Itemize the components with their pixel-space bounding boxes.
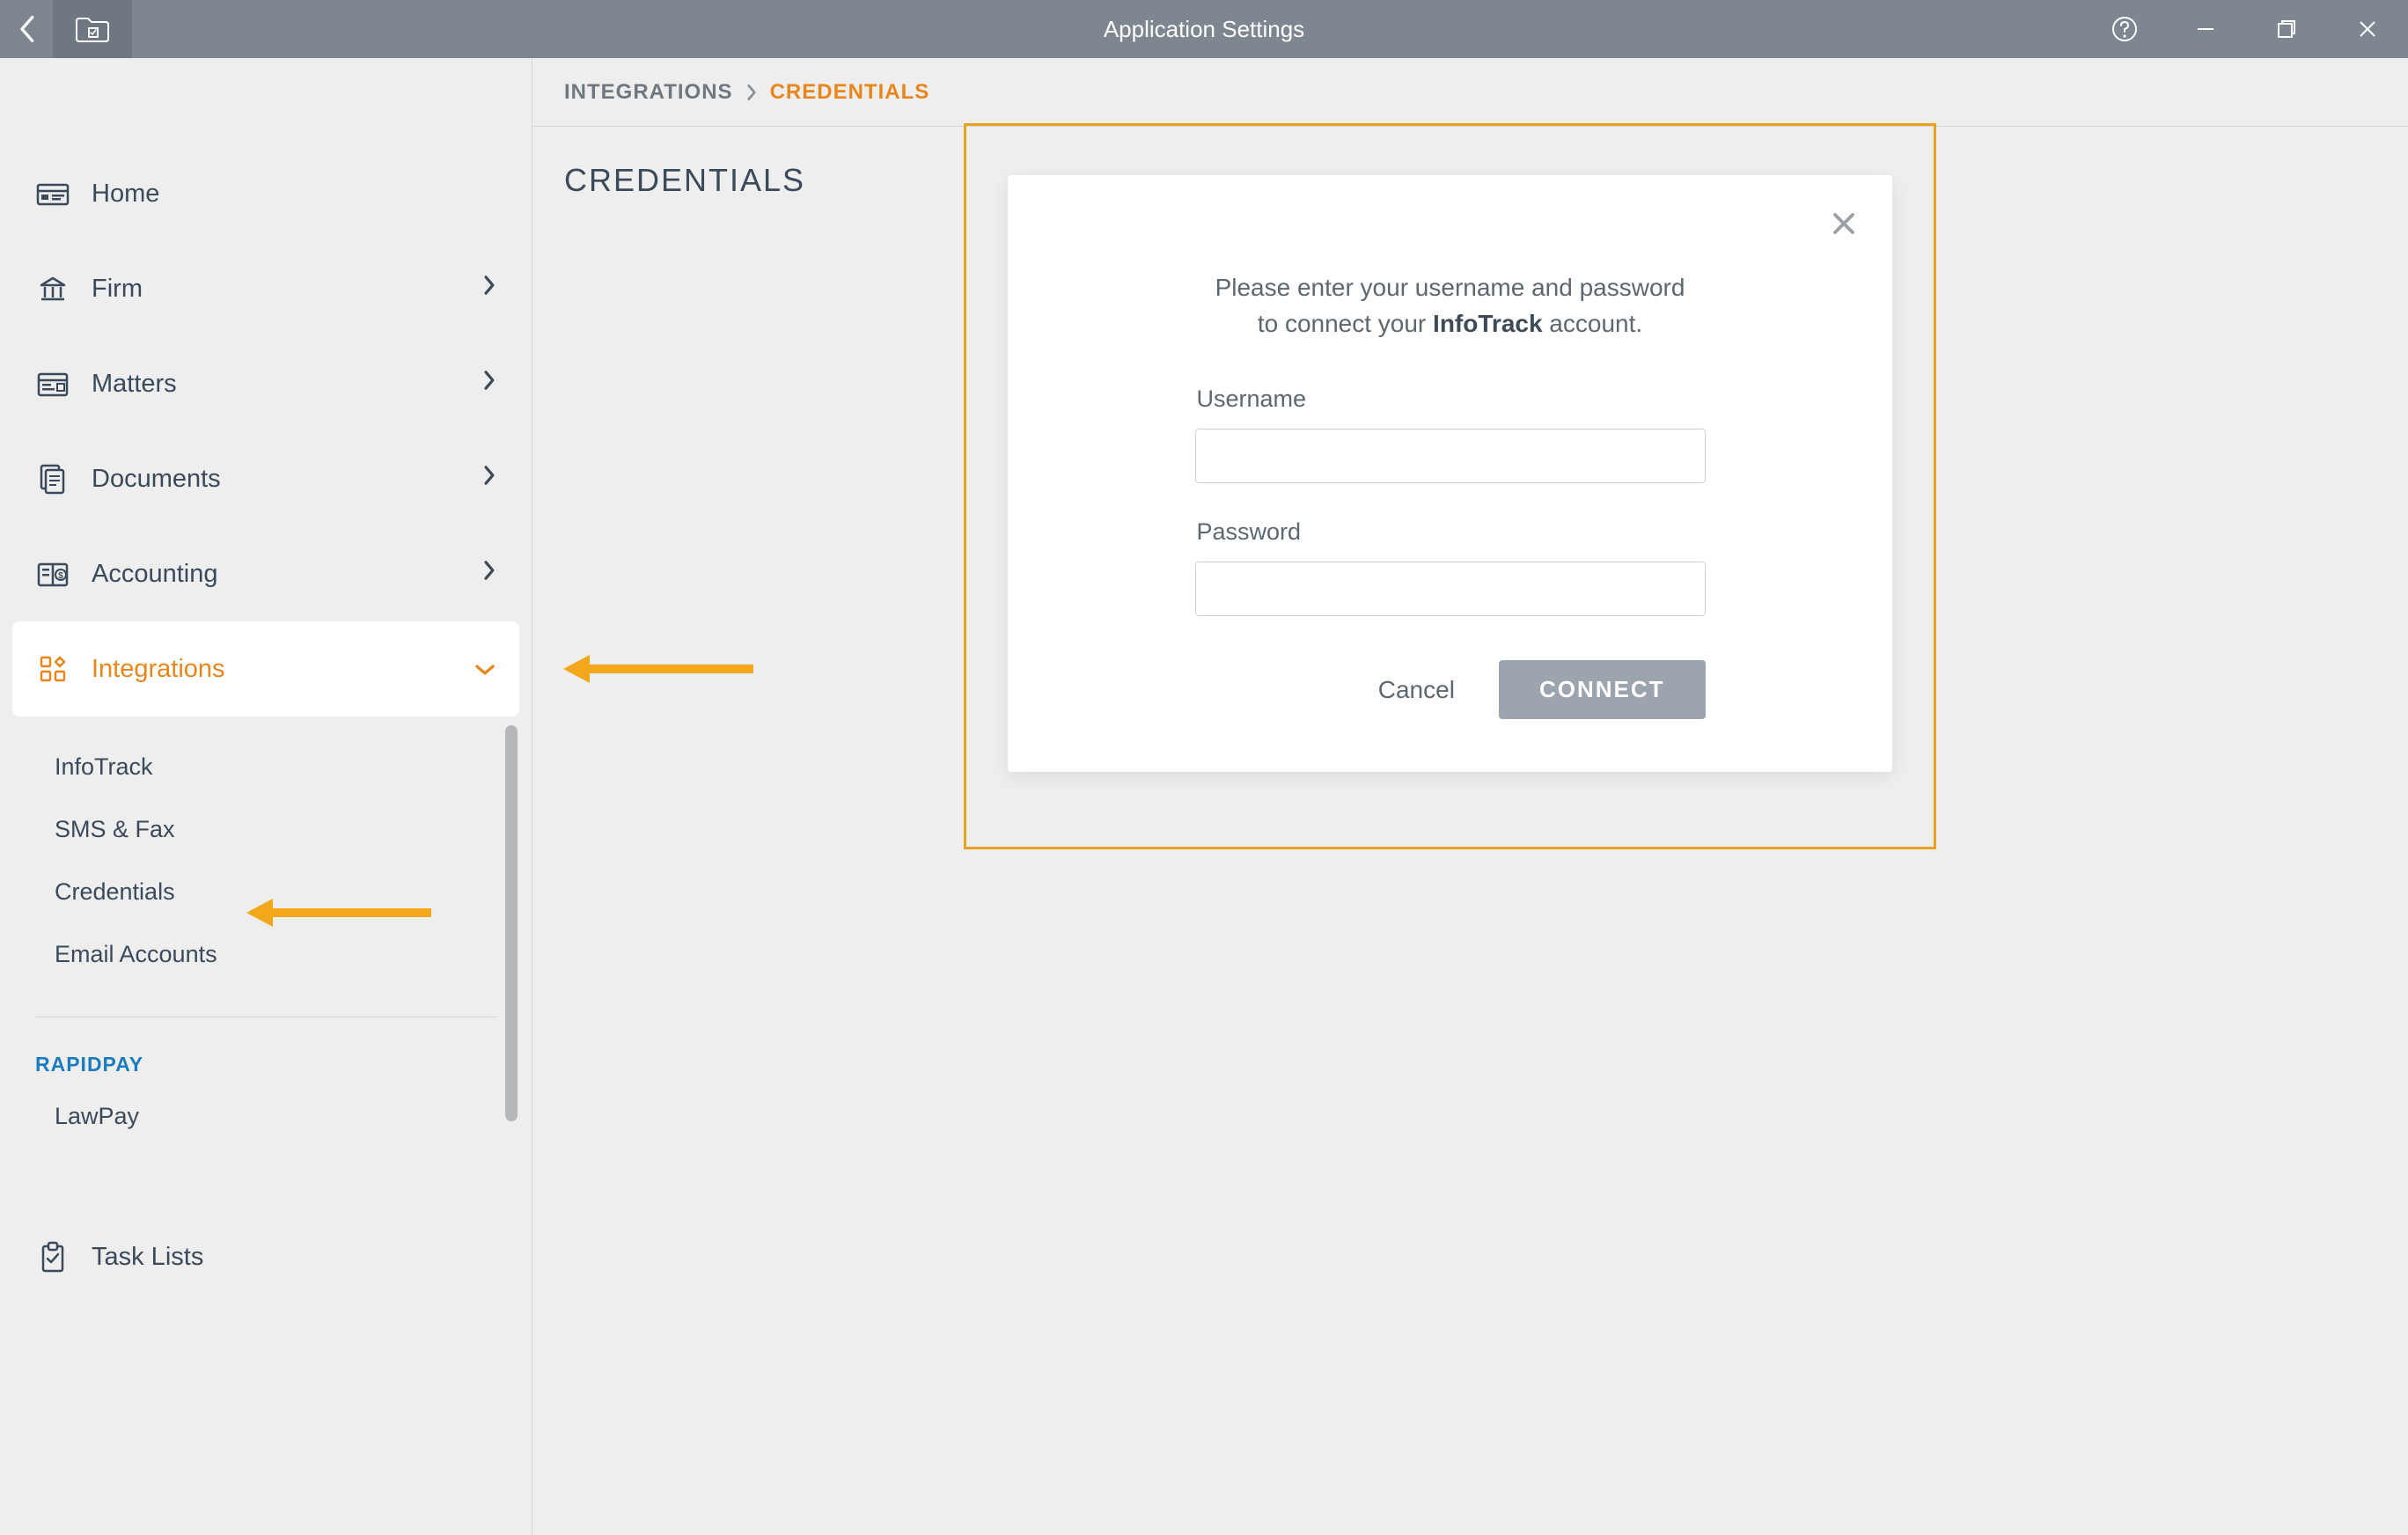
help-button[interactable] <box>2084 0 2165 58</box>
username-label: Username <box>1195 386 1706 413</box>
chevron-right-icon <box>745 83 758 102</box>
sidebar-item-label: Documents <box>92 465 221 494</box>
sidebar-item-label: Matters <box>92 370 177 399</box>
close-icon <box>1831 210 1857 237</box>
accounting-icon: $ <box>35 560 70 588</box>
svg-text:$: $ <box>58 571 63 581</box>
rapidpay-heading: RAPIDPAY <box>35 1017 496 1085</box>
sidebar-subitem-infotrack[interactable]: InfoTrack <box>35 736 496 798</box>
sidebar-item-label: Integrations <box>92 655 225 684</box>
help-icon <box>2111 15 2139 43</box>
scrollbar-thumb[interactable] <box>505 725 518 1121</box>
sidebar-item-label: Accounting <box>92 560 218 589</box>
sidebar-item-accounting[interactable]: $ Accounting <box>0 526 532 621</box>
annotation-arrow-credentials <box>246 907 431 919</box>
close-icon <box>2357 18 2378 40</box>
sidebar-subitem-label: Email Accounts <box>55 941 217 967</box>
integrations-icon <box>35 654 70 684</box>
sidebar-subitem-label: LawPay <box>55 1103 139 1129</box>
breadcrumb: INTEGRATIONS CREDENTIALS <box>532 58 2408 127</box>
home-icon <box>35 180 70 208</box>
chevron-right-icon <box>482 274 496 304</box>
breadcrumb-parent[interactable]: INTEGRATIONS <box>564 80 733 105</box>
sidebar-item-documents[interactable]: Documents <box>0 431 532 526</box>
sidebar-item-firm[interactable]: Firm <box>0 241 532 336</box>
password-label: Password <box>1195 518 1706 546</box>
main: Home Firm Matters <box>0 58 2408 1535</box>
content: CREDENTIALS Please enter your username a… <box>532 127 2408 1535</box>
minimize-button[interactable] <box>2165 0 2246 58</box>
close-button[interactable] <box>2327 0 2408 58</box>
sidebar-item-integrations[interactable]: Integrations <box>12 621 519 716</box>
sidebar-subitem-smsfax[interactable]: SMS & Fax <box>35 798 496 861</box>
cancel-button[interactable]: Cancel <box>1378 676 1455 704</box>
minimize-icon <box>2195 18 2216 40</box>
sidebar-item-label: Home <box>92 180 159 209</box>
password-input[interactable] <box>1195 562 1706 616</box>
modal-prompt: Please enter your username and password … <box>1061 270 1839 342</box>
tasklist-icon <box>35 1241 70 1273</box>
sidebar-subitem-emailaccounts[interactable]: Email Accounts <box>35 923 496 986</box>
sidebar-subitem-label: SMS & Fax <box>55 816 175 842</box>
sidebar-item-matters[interactable]: Matters <box>0 336 532 431</box>
sidebar-item-home[interactable]: Home <box>0 146 532 241</box>
chevron-left-icon <box>18 14 35 44</box>
modal-actions: Cancel CONNECT <box>1195 660 1706 719</box>
integrations-submenu: InfoTrack SMS & Fax Credentials Email Ac… <box>35 716 496 1017</box>
chevron-right-icon <box>482 559 496 589</box>
folder-icon <box>74 14 111 44</box>
sidebar-item-label: Firm <box>92 275 143 304</box>
titlebar-right <box>2084 0 2408 58</box>
titlebar: Application Settings <box>0 0 2408 58</box>
matters-icon <box>35 370 70 398</box>
sidebar-item-label: Task Lists <box>92 1243 203 1272</box>
window-title: Application Settings <box>1104 16 1304 43</box>
modal-prompt-pre: Please enter your username and password <box>1215 274 1685 301</box>
sidebar-item-tasklists[interactable]: Task Lists <box>0 1209 532 1304</box>
modal-brand: InfoTrack <box>1433 310 1542 337</box>
folder-button[interactable] <box>53 0 132 58</box>
documents-icon <box>35 463 70 495</box>
chevron-down-icon <box>474 655 496 684</box>
maximize-button[interactable] <box>2246 0 2327 58</box>
back-button[interactable] <box>0 0 53 58</box>
sidebar-subitem-lawpay[interactable]: LawPay <box>35 1085 496 1148</box>
chevron-right-icon <box>482 464 496 494</box>
sidebar-subitem-label: InfoTrack <box>55 753 153 780</box>
credentials-modal: Please enter your username and password … <box>1008 175 1892 772</box>
sidebar: Home Firm Matters <box>0 58 532 1535</box>
sidebar-subitem-label: Credentials <box>55 878 175 905</box>
chevron-right-icon <box>482 369 496 399</box>
titlebar-left <box>0 0 132 58</box>
firm-icon <box>35 275 70 303</box>
username-input[interactable] <box>1195 429 1706 483</box>
maximize-icon <box>2276 18 2297 40</box>
modal-prompt-post: account. <box>1543 310 1643 337</box>
modal-prompt-line2: to connect your InfoTrack account. <box>1258 310 1642 337</box>
content-wrap: INTEGRATIONS CREDENTIALS CREDENTIALS <box>532 58 2408 1535</box>
app-root: Application Settings <box>0 0 2408 1535</box>
modal-close-button[interactable] <box>1831 210 1857 241</box>
connect-button[interactable]: CONNECT <box>1499 660 1706 719</box>
breadcrumb-current: CREDENTIALS <box>770 80 930 105</box>
